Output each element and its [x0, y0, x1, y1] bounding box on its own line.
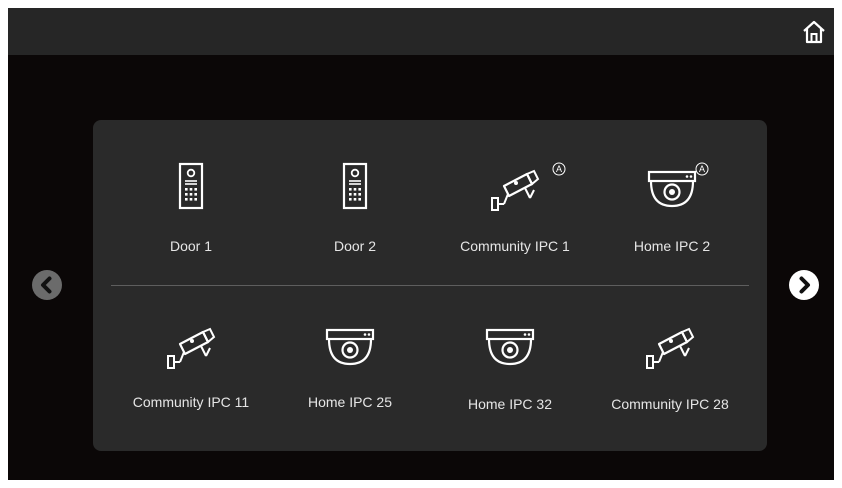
device-door-2[interactable]: Door 2 [270, 158, 440, 268]
door-intercom-icon [342, 162, 368, 210]
home-button[interactable] [800, 18, 828, 46]
device-home-ipc-2[interactable]: A Home IPC 2 [587, 158, 757, 268]
device-home-ipc-32[interactable]: Home IPC 32 [425, 316, 595, 426]
dome-camera-icon [485, 328, 535, 366]
top-bar [8, 8, 834, 55]
device-community-ipc-1[interactable]: A Community IPC 1 [430, 158, 600, 268]
device-home-ipc-25[interactable]: Home IPC 25 [265, 316, 435, 426]
device-panel: Door 1 Door 2 A Community IPC 1 A Home I… [93, 120, 767, 451]
intercom-screen: Door 1 Door 2 A Community IPC 1 A Home I… [8, 8, 834, 480]
device-label: Community IPC 1 [460, 238, 570, 254]
device-community-ipc-28[interactable]: Community IPC 28 [585, 316, 755, 426]
bullet-camera-icon [167, 327, 216, 369]
previous-page-button[interactable] [32, 270, 62, 300]
chevron-right-icon [799, 276, 810, 294]
auto-badge-label: A [698, 164, 705, 174]
device-community-ipc-11[interactable]: Community IPC 11 [106, 316, 276, 426]
dome-camera-icon [325, 328, 375, 366]
chevron-left-icon [41, 276, 52, 294]
bullet-camera-icon [491, 169, 540, 211]
row-divider [111, 285, 749, 286]
device-label: Door 1 [169, 238, 213, 254]
door-intercom-icon [178, 162, 204, 210]
device-door-1[interactable]: Door 1 [106, 158, 276, 268]
next-page-button[interactable] [789, 270, 819, 300]
home-icon [803, 20, 825, 44]
bullet-camera-icon [646, 327, 695, 369]
auto-badge-label: A [555, 164, 562, 174]
device-label: Community IPC 11 [132, 394, 250, 410]
device-label: Community IPC 28 [611, 396, 729, 412]
device-label: Home IPC 25 [307, 394, 393, 410]
device-label: Door 2 [333, 238, 377, 254]
device-label: Home IPC 32 [467, 396, 553, 412]
device-label: Home IPC 2 [633, 238, 711, 254]
